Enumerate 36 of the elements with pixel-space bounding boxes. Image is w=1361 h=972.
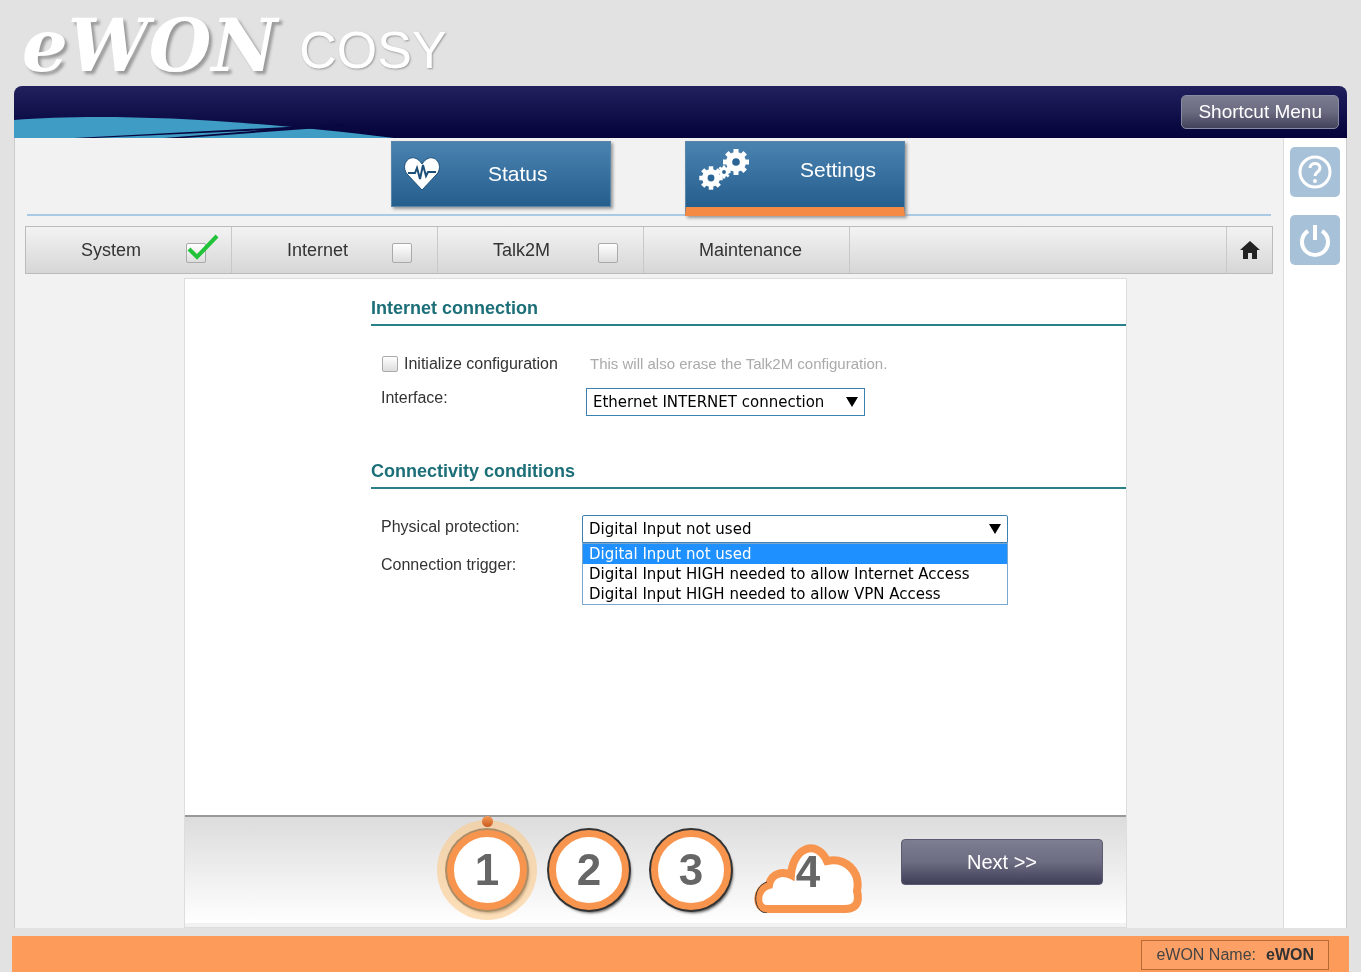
hint-text: This will also erase the Talk2M configuration. xyxy=(590,353,888,374)
section-title: Connectivity conditions xyxy=(371,458,1126,489)
section-title: Internet connection xyxy=(371,295,1126,326)
step-tab[interactable]: Internet xyxy=(287,236,349,264)
main-tab[interactable]: Settings xyxy=(685,141,905,216)
brand-logo: eWON xyxy=(22,10,278,82)
next-button[interactable]: Next >> xyxy=(901,839,1103,885)
name-label: eWON Name: xyxy=(1156,945,1256,965)
field-label: Physical protection: xyxy=(381,517,521,537)
checkbox[interactable] xyxy=(598,243,618,263)
wizard-step[interactable]: 3 xyxy=(651,830,731,910)
checkbox[interactable] xyxy=(382,356,398,372)
field-label: Connection trigger: xyxy=(381,555,518,575)
wizard-step[interactable]: 1 xyxy=(447,830,527,910)
physical-protection-select[interactable]: Digital Input not used xyxy=(582,515,1008,543)
field-label: Interface: xyxy=(381,388,449,408)
help-icon xyxy=(1297,154,1333,190)
checkbox[interactable] xyxy=(392,243,412,263)
dropdown-option[interactable]: Digital Input HIGH needed to allow VPN Access xyxy=(583,584,1007,604)
shortcut-menu-button[interactable]: Shortcut Menu xyxy=(1181,95,1339,129)
help-button[interactable] xyxy=(1290,147,1340,197)
product-name: COSY xyxy=(299,24,447,76)
dropdown-option[interactable]: Digital Input not used xyxy=(583,544,1007,564)
interface-select[interactable]: Ethernet INTERNET connection xyxy=(586,388,865,416)
dropdown-option[interactable]: Digital Input HIGH needed to allow Internet Access xyxy=(583,564,1007,584)
step-tab[interactable]: Maintenance xyxy=(699,236,803,264)
check-icon xyxy=(186,233,220,261)
power-icon xyxy=(1297,222,1333,258)
power-button[interactable] xyxy=(1290,215,1340,265)
step-tab[interactable]: System xyxy=(81,236,141,264)
checkbox-label: Initialize configuration xyxy=(404,354,559,374)
step-tab[interactable]: Talk2M xyxy=(493,236,550,264)
wizard-step[interactable]: 2 xyxy=(549,830,629,910)
home-icon[interactable] xyxy=(1238,240,1261,260)
main-tab[interactable]: Status xyxy=(391,141,611,207)
name-value: eWON xyxy=(1266,945,1314,965)
